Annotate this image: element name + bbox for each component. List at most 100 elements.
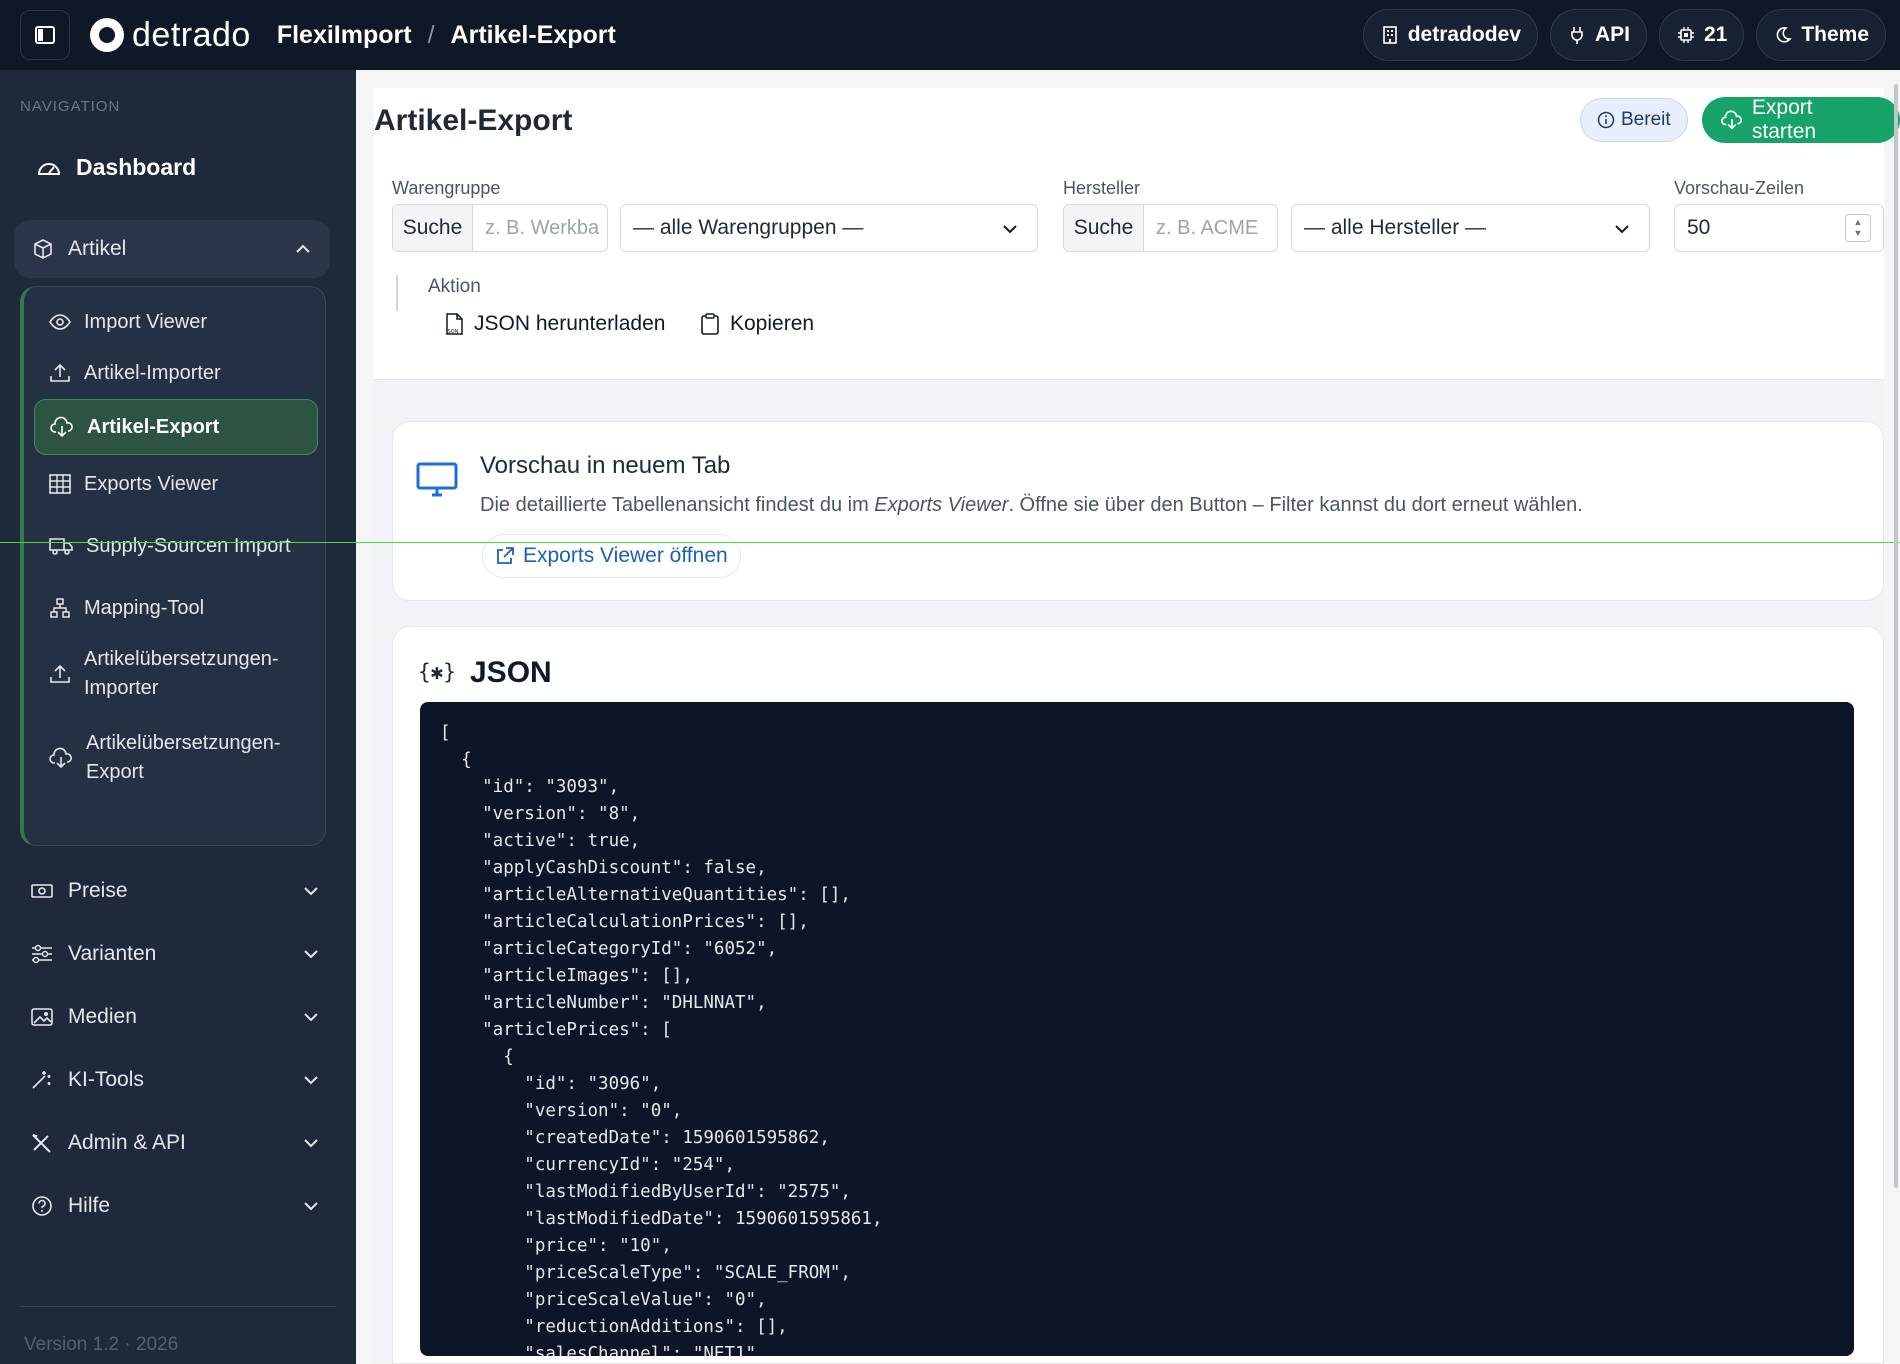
json-code-line: "lastModifiedDate": 1590601595861, (440, 1209, 883, 1229)
breadcrumb-separator: / (427, 20, 435, 49)
breadcrumb-item-flexiimport[interactable]: FlexiImport (277, 21, 412, 50)
label-line-2: Importer (84, 677, 159, 699)
sidebar-group-label: KI-Tools (68, 1068, 144, 1091)
external-link-icon (497, 547, 514, 564)
hersteller-select[interactable]: — alle Hersteller — (1291, 204, 1650, 252)
monitor-icon (416, 462, 458, 497)
api-label: API (1594, 23, 1630, 46)
label-line-1: Artikelübersetzungen- (86, 732, 281, 754)
table-icon (49, 474, 71, 494)
hersteller-search-input[interactable]: z. B. ACME (1144, 205, 1277, 251)
download-json-label: JSON herunterladen (474, 312, 666, 335)
question-icon (32, 1196, 52, 1216)
breadcrumb-item-current: Artikel-Export (450, 20, 616, 49)
download-json-button[interactable]: JSON JSON herunterladen (444, 312, 665, 336)
preview-rows-label: Vorschau-Zeilen (1674, 178, 1805, 198)
theme-button[interactable]: Theme (1756, 9, 1886, 61)
sidebar-item-import-viewer[interactable]: Import Viewer (34, 297, 318, 347)
number-stepper[interactable]: ▲ ▼ (1845, 214, 1871, 242)
sidebar-item-artikel-importer[interactable]: Artikel-Importer (34, 348, 318, 398)
plug-icon (1571, 27, 1583, 44)
json-code-line: "priceScaleType": "SCALE_FROM", (440, 1263, 851, 1283)
sidebar-item-dashboard[interactable]: Dashboard (36, 154, 196, 181)
version-text: Version 1.2 · 2026 (24, 1334, 179, 1355)
json-code-line: "lastModifiedByUserId": "2575", (440, 1182, 851, 1202)
copy-label: Kopieren (730, 312, 815, 335)
sidebar-item-artikeluebersetzungen-importer[interactable]: Artikelübersetzungen- Importer (34, 639, 318, 709)
json-title: JSON (470, 656, 552, 689)
cloud-download-icon (1721, 110, 1743, 130)
upload-icon (50, 363, 70, 382)
file-json-icon: JSON (445, 313, 463, 335)
artikel-submenu: Import Viewer Artikel-Importer Artikel-E… (20, 286, 326, 846)
preview-description: Die detaillierte Tabellenansicht findest… (480, 494, 1583, 517)
json-code-line: { (440, 1047, 514, 1067)
export-start-label: Export starten (1751, 96, 1817, 143)
sidebar-group-admin-api[interactable]: Admin & API (30, 1128, 320, 1158)
eye-icon (49, 314, 71, 330)
tenant-button[interactable]: detradodev (1362, 9, 1538, 61)
sidebar-item-artikeluebersetzungen-export[interactable]: Artikelübersetzungen- Export (34, 723, 318, 793)
sidebar-item-label: Mapping-Tool (84, 596, 205, 619)
sidebar-group-label: Varianten (68, 942, 157, 965)
sidebar-item-exports-viewer[interactable]: Exports Viewer (34, 459, 318, 509)
top-actions: detradodev API 21 Theme (1362, 9, 1886, 61)
chevron-down-icon (1003, 225, 1017, 234)
brand-logo[interactable]: detrado (90, 16, 251, 55)
processes-button[interactable]: 21 (1658, 9, 1745, 61)
page-scrollbar[interactable] (1894, 84, 1898, 1188)
cloud-download-icon (49, 747, 72, 769)
sidebar-group-varianten[interactable]: Varianten (30, 939, 320, 969)
sidebar-divider (20, 1306, 336, 1307)
sidebar-toggle-button[interactable] (20, 10, 70, 60)
processes-count: 21 (1703, 23, 1728, 46)
sidebar-item-label: Dashboard (76, 154, 197, 180)
api-button[interactable]: API (1549, 9, 1647, 61)
json-code-line: "priceScaleValue": "0", (440, 1290, 767, 1310)
preview-rows-input[interactable]: 50 ▲ ▼ (1674, 204, 1884, 252)
preview-title: Vorschau in neuem Tab (480, 452, 731, 479)
page-title: Artikel-Export (374, 104, 573, 137)
box-icon (34, 239, 52, 259)
svg-text:JSON: JSON (445, 329, 459, 335)
warengruppe-search-group: Suche z. B. Werkba (392, 204, 608, 252)
tenant-label: detradodev (1407, 23, 1521, 46)
cloud-download-icon (50, 416, 73, 438)
sidebar-item-supply-sourcen-import[interactable]: Supply-Sourcen Import (34, 521, 318, 571)
sidebar-group-label: Medien (68, 1005, 137, 1028)
braces-icon: {✱} (418, 660, 456, 684)
sliders-icon (32, 944, 52, 964)
json-code-line: "articlePrices": [ (440, 1020, 672, 1040)
chevron-down-icon (304, 1139, 318, 1148)
copy-button[interactable]: Kopieren (700, 312, 814, 336)
sidebar-item-label: Artikelübersetzungen- Export (86, 729, 281, 787)
sidebar-group-label: Preise (68, 879, 128, 902)
sidebar-group-artikel[interactable]: Artikel (14, 220, 330, 278)
chevron-down-icon (304, 950, 318, 959)
sidebar-item-mapping-tool[interactable]: Mapping-Tool (34, 583, 318, 633)
sidebar-group-label: Admin & API (68, 1131, 186, 1154)
chevron-down-icon (304, 1076, 318, 1085)
json-code-line: [ (440, 723, 451, 743)
sidebar-group-medien[interactable]: Medien (30, 1002, 320, 1032)
json-code-line: "id": "3093", (440, 777, 620, 797)
json-code-line: "createdDate": 1590601595862, (440, 1128, 830, 1148)
sidebar-toggle-icon (35, 26, 55, 44)
chevron-down-icon (304, 1202, 318, 1211)
warengruppe-label: Warengruppe (392, 178, 501, 198)
warengruppe-select[interactable]: — alle Warengruppen — (620, 204, 1038, 252)
open-exports-viewer-button[interactable]: Exports Viewer öffnen (482, 534, 741, 578)
action-label: Aktion (428, 276, 481, 297)
chevron-down-icon (304, 1013, 318, 1022)
logo-icon (90, 18, 124, 52)
chip-icon (1677, 27, 1694, 43)
json-code-block[interactable]: [ { "id": "3093", "version": "8", "activ… (420, 702, 1854, 1356)
sidebar-group-hilfe[interactable]: Hilfe (30, 1191, 320, 1221)
json-code-line: { (440, 750, 472, 770)
warengruppe-select-value: — alle Warengruppen — (633, 216, 864, 239)
sidebar-group-preise[interactable]: Preise (30, 876, 320, 906)
export-start-button[interactable]: Export starten (1702, 96, 1900, 143)
warengruppe-search-input[interactable]: z. B. Werkba (473, 205, 607, 251)
sidebar-group-ki-tools[interactable]: KI-Tools (30, 1065, 320, 1095)
sidebar-item-artikel-export[interactable]: Artikel-Export (34, 399, 318, 455)
